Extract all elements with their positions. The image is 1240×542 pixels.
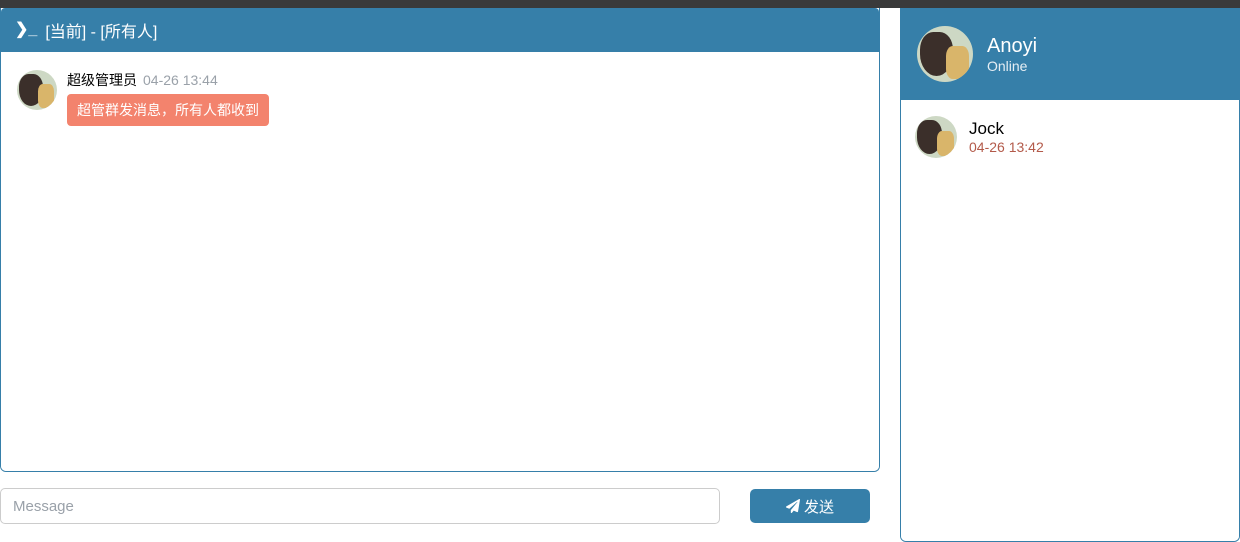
chat-panel: ❯_ [当前] - [所有人] 超级管理员 04-26 13:44 超管群发消息… — [0, 8, 880, 542]
contact-item[interactable]: Jock 04-26 13:42 — [915, 112, 1225, 162]
contacts-list: Jock 04-26 13:42 — [901, 100, 1239, 541]
profile-info: Anoyi Online — [987, 35, 1037, 74]
message-input[interactable] — [0, 488, 720, 524]
sidebar: Anoyi Online Jock 04-26 13:42 — [900, 8, 1240, 542]
profile-name: Anoyi — [987, 35, 1037, 58]
main-container: ❯_ [当前] - [所有人] 超级管理员 04-26 13:44 超管群发消息… — [0, 8, 1240, 542]
message-meta: 超级管理员 04-26 13:44 — [67, 70, 269, 90]
composer: 发送 — [0, 488, 880, 542]
chat-box: ❯_ [当前] - [所有人] 超级管理员 04-26 13:44 超管群发消息… — [0, 8, 880, 472]
send-button[interactable]: 发送 — [750, 489, 870, 523]
chat-header-title: [当前] - [所有人] — [45, 18, 157, 42]
message-time: 04-26 13:44 — [143, 72, 218, 88]
avatar[interactable] — [17, 70, 57, 110]
contact-avatar — [915, 116, 957, 158]
profile-avatar[interactable] — [917, 26, 973, 82]
send-button-label: 发送 — [804, 496, 834, 517]
terminal-icon: ❯_ — [15, 22, 37, 38]
contact-info: Jock 04-26 13:42 — [969, 119, 1044, 155]
message-content: 超级管理员 04-26 13:44 超管群发消息，所有人都收到 — [67, 70, 269, 126]
profile-header: Anoyi Online — [901, 8, 1239, 100]
message-sender: 超级管理员 — [67, 70, 137, 90]
window-top-bar — [0, 0, 1240, 8]
profile-status: Online — [987, 58, 1037, 74]
message-row: 超级管理员 04-26 13:44 超管群发消息，所有人都收到 — [17, 70, 863, 126]
paper-plane-icon — [786, 499, 800, 513]
chat-messages[interactable]: 超级管理员 04-26 13:44 超管群发消息，所有人都收到 — [1, 52, 879, 471]
chat-header: ❯_ [当前] - [所有人] — [1, 8, 879, 52]
message-bubble: 超管群发消息，所有人都收到 — [67, 94, 269, 126]
contact-name: Jock — [969, 119, 1044, 139]
contact-time: 04-26 13:42 — [969, 139, 1044, 155]
